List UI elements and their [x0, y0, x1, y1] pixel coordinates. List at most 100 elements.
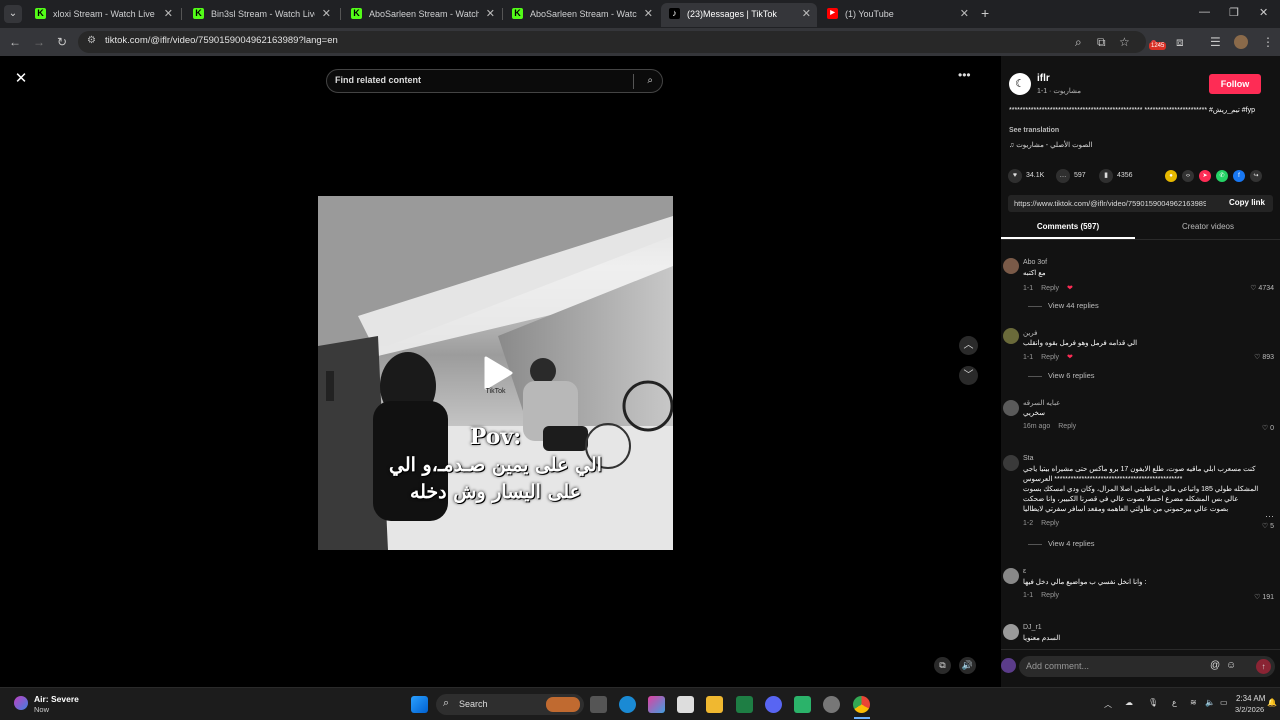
- reply-button[interactable]: Reply: [1041, 285, 1059, 292]
- commenter-name[interactable]: فرين: [1023, 329, 1038, 337]
- next-video-button[interactable]: ﹀: [959, 366, 978, 385]
- commenter-name[interactable]: ε: [1023, 568, 1026, 575]
- reload-icon[interactable]: ↻: [57, 34, 67, 50]
- comment-likes[interactable]: ♡ 5: [1262, 522, 1274, 530]
- reply-button[interactable]: Reply: [1041, 592, 1059, 599]
- video-link-text[interactable]: https://www.tiktok.com/@iflr/video/75901…: [1014, 199, 1206, 208]
- edge-icon[interactable]: [619, 696, 636, 713]
- start-icon[interactable]: [411, 696, 428, 713]
- store-icon[interactable]: [677, 696, 694, 713]
- commenter-name[interactable]: Abo 3of: [1023, 259, 1047, 266]
- coin-share-icon[interactable]: ●: [1165, 170, 1177, 182]
- comment-likes[interactable]: ♡ 191: [1254, 593, 1274, 601]
- share-more-icon[interactable]: ↪: [1250, 170, 1262, 182]
- reply-button[interactable]: Reply: [1041, 354, 1059, 361]
- browser-tab[interactable]: K AboSarleen Stream - Watch Live ✕: [343, 3, 501, 27]
- creator-avatar[interactable]: ☾: [1009, 73, 1031, 95]
- save-stat[interactable]: ▮ 4356: [1099, 169, 1133, 183]
- reply-button[interactable]: Reply: [1058, 423, 1076, 430]
- settings-icon[interactable]: [823, 696, 840, 713]
- commenter-avatar[interactable]: [1003, 568, 1019, 584]
- like-stat[interactable]: ♥ 34.1K: [1008, 169, 1044, 183]
- comment-likes[interactable]: ♡ 4734: [1250, 284, 1274, 292]
- view-replies-button[interactable]: View 44 replies: [1028, 301, 1099, 310]
- browser-tab-active[interactable]: ♪ (23)Messages | TikTok ✕: [661, 3, 817, 27]
- embed-icon[interactable]: ‹›: [1182, 170, 1194, 182]
- follow-button[interactable]: Follow: [1209, 74, 1261, 94]
- tab-search-button[interactable]: ⌄: [4, 5, 22, 23]
- search-icon[interactable]: ⌕: [647, 75, 653, 86]
- chrome-icon[interactable]: [853, 696, 870, 713]
- close-icon[interactable]: ✕: [960, 3, 969, 25]
- app-icon[interactable]: [794, 696, 811, 713]
- close-icon[interactable]: ✕: [486, 3, 495, 25]
- creator-username[interactable]: iflr: [1037, 73, 1050, 84]
- minimize-icon[interactable]: —: [1199, 6, 1210, 18]
- bookmark-star-icon[interactable]: ☆: [1119, 34, 1130, 50]
- weather-title[interactable]: Air: Severe: [34, 694, 79, 704]
- send-icon[interactable]: ➤: [1199, 170, 1211, 182]
- restore-icon[interactable]: ❐: [1229, 6, 1239, 19]
- profile-avatar[interactable]: [1234, 35, 1248, 49]
- copilot-icon[interactable]: [648, 696, 665, 713]
- search-input[interactable]: Find related content: [335, 75, 421, 85]
- close-icon[interactable]: ✕: [164, 3, 173, 25]
- video-frame[interactable]: TikTok Pov: الي على يمين صـدمـ،و الي على…: [318, 196, 673, 550]
- commenter-name[interactable]: DJ_r1: [1023, 624, 1042, 631]
- wifi-icon[interactable]: ≋: [1190, 698, 1197, 707]
- view-replies-button[interactable]: View 4 replies: [1028, 539, 1095, 548]
- site-info-icon[interactable]: ⚙: [87, 35, 96, 46]
- install-icon[interactable]: ⧉: [1097, 34, 1106, 50]
- zoom-icon[interactable]: ⌕: [1075, 34, 1082, 50]
- browser-tab[interactable]: ▶ (1) YouTube ✕: [819, 3, 975, 27]
- tab-comments[interactable]: Comments (597): [1001, 222, 1135, 231]
- facebook-icon[interactable]: f: [1233, 170, 1245, 182]
- back-icon[interactable]: ←: [9, 34, 21, 50]
- browser-tab[interactable]: K Bin3sl Stream - Watch Live on K ✕: [185, 3, 337, 27]
- url-text[interactable]: tiktok.com/@iflr/video/75901590049621639…: [105, 35, 338, 46]
- forward-icon[interactable]: →: [33, 34, 45, 50]
- mention-icon[interactable]: @: [1210, 660, 1220, 671]
- reading-list-icon[interactable]: ☰: [1210, 34, 1221, 50]
- extensions-puzzle-icon[interactable]: ⧈: [1176, 34, 1184, 50]
- comment-likes[interactable]: ♡ 893: [1254, 353, 1274, 361]
- commenter-avatar[interactable]: [1003, 624, 1019, 640]
- microphone-icon[interactable]: 🎙: [1148, 698, 1158, 707]
- commenter-avatar[interactable]: [1003, 455, 1019, 471]
- comment-input[interactable]: Add comment...: [1026, 661, 1089, 671]
- copy-link-button[interactable]: Copy link: [1229, 198, 1265, 207]
- browser-tab[interactable]: K xloxi Stream - Watch Live on Ki ✕: [27, 3, 179, 27]
- onedrive-icon[interactable]: ☁: [1125, 698, 1133, 707]
- view-replies-button[interactable]: View 6 replies: [1028, 371, 1095, 380]
- volume-icon[interactable]: 🔊: [959, 657, 976, 674]
- battery-icon[interactable]: ▭: [1220, 698, 1228, 707]
- emoji-icon[interactable]: ☺: [1226, 660, 1236, 671]
- comment-stat[interactable]: … 597: [1056, 169, 1086, 183]
- language-icon[interactable]: ع: [1172, 698, 1177, 707]
- comment-likes[interactable]: ♡ 0: [1262, 424, 1274, 432]
- video-player[interactable]: TikTok Pov: الي على يمين صـدمـ،و الي على…: [318, 56, 673, 687]
- close-video-button[interactable]: ✕: [11, 69, 31, 89]
- commenter-name[interactable]: Sta: [1023, 455, 1034, 462]
- clock-time[interactable]: 2:34 AM: [1236, 694, 1265, 703]
- notification-bell-icon[interactable]: 🔔: [1267, 698, 1277, 707]
- taskbar-search[interactable]: ⌕ Search: [436, 694, 584, 715]
- window-close-icon[interactable]: ✕: [1259, 6, 1268, 19]
- file-explorer-icon[interactable]: [706, 696, 723, 713]
- sound-link[interactable]: ♫ الصوت الأصلي - مشاريوت: [1009, 141, 1092, 149]
- whatsapp-icon[interactable]: ✆: [1216, 170, 1228, 182]
- close-icon[interactable]: ✕: [644, 3, 653, 25]
- play-icon[interactable]: [483, 356, 513, 390]
- previous-video-button[interactable]: ︿: [959, 336, 978, 355]
- related-content-search[interactable]: Find related content ⌕: [326, 69, 663, 93]
- post-comment-icon[interactable]: ↑: [1256, 659, 1271, 674]
- picture-in-picture-icon[interactable]: ⧉: [934, 657, 951, 674]
- browser-tab[interactable]: K AboSarleen Stream - Watch Live ✕: [504, 3, 659, 27]
- more-options-icon[interactable]: •••: [958, 68, 971, 82]
- new-tab-button[interactable]: +: [981, 5, 989, 21]
- close-icon[interactable]: ✕: [802, 3, 811, 25]
- excel-icon[interactable]: [736, 696, 753, 713]
- speaker-icon[interactable]: 🔈: [1205, 698, 1215, 707]
- menu-icon[interactable]: ⋮: [1262, 34, 1274, 50]
- comment-more-icon[interactable]: ⋯: [1265, 511, 1274, 522]
